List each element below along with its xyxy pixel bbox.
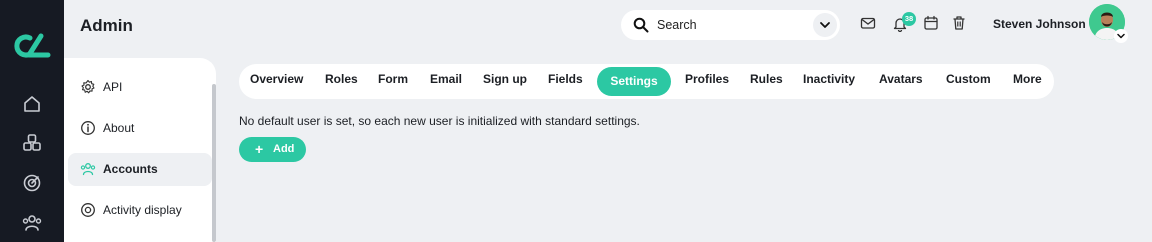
sidebar-item-label: Accounts bbox=[103, 162, 158, 176]
search-dropdown-button[interactable] bbox=[813, 13, 837, 37]
user-name[interactable]: Steven Johnson bbox=[993, 17, 1086, 31]
gear-icon bbox=[81, 79, 95, 94]
tab-fields[interactable]: Fields bbox=[548, 72, 583, 86]
tab-sign-up[interactable]: Sign up bbox=[483, 72, 527, 86]
page-title: Admin bbox=[80, 16, 133, 35]
tab-inactivity[interactable]: Inactivity bbox=[803, 72, 855, 86]
target-icon bbox=[81, 203, 95, 217]
tab-profiles[interactable]: Profiles bbox=[685, 72, 729, 86]
notification-badge: 38 bbox=[902, 12, 916, 26]
cubes-icon[interactable] bbox=[21, 132, 43, 154]
sidebar-item-activity-display[interactable]: Activity display bbox=[68, 194, 212, 227]
sidebar-item-label: Activity display bbox=[103, 203, 182, 217]
trash-icon[interactable] bbox=[951, 15, 967, 31]
search-icon bbox=[633, 17, 649, 33]
home-icon[interactable] bbox=[21, 93, 43, 115]
logo-icon[interactable] bbox=[10, 30, 54, 62]
tab-overview[interactable]: Overview bbox=[250, 72, 303, 86]
sidebar-item-api[interactable]: API bbox=[68, 71, 212, 104]
search-bar[interactable]: Search bbox=[621, 10, 840, 40]
left-rail bbox=[0, 0, 64, 242]
sidebar-item-label: API bbox=[103, 80, 123, 94]
tab-avatars[interactable]: Avatars bbox=[879, 72, 923, 86]
sidebar-scrollbar[interactable] bbox=[212, 84, 216, 242]
tab-email[interactable]: Email bbox=[430, 72, 462, 86]
mail-icon[interactable] bbox=[860, 15, 876, 31]
add-button-label: Add bbox=[273, 143, 295, 155]
tab-custom[interactable]: Custom bbox=[946, 72, 991, 86]
sidebar-item-label: About bbox=[103, 121, 135, 135]
tab-more[interactable]: More bbox=[1013, 72, 1042, 86]
settings-sidebar: API About Accounts Activity display bbox=[64, 58, 216, 242]
chevron-down-icon bbox=[1117, 33, 1125, 39]
tab-roles[interactable]: Roles bbox=[325, 72, 358, 86]
tab-bar: Overview Roles Form Email Sign up Fields… bbox=[239, 64, 1054, 99]
tab-rules[interactable]: Rules bbox=[750, 72, 783, 86]
target-icon[interactable] bbox=[21, 172, 43, 194]
users-icon[interactable] bbox=[21, 212, 43, 234]
chevron-down-icon bbox=[820, 22, 830, 28]
search-input[interactable]: Search bbox=[657, 18, 697, 32]
sidebar-item-accounts[interactable]: Accounts bbox=[68, 153, 212, 186]
users-icon bbox=[80, 163, 96, 176]
info-icon bbox=[81, 121, 95, 135]
info-message: No default user is set, so each new user… bbox=[239, 114, 640, 128]
add-button[interactable]: + Add bbox=[239, 137, 306, 162]
tab-settings[interactable]: Settings bbox=[597, 67, 671, 96]
plus-icon: + bbox=[255, 141, 264, 157]
tab-form[interactable]: Form bbox=[378, 72, 408, 86]
sidebar-item-about[interactable]: About bbox=[68, 112, 212, 145]
calendar-icon[interactable] bbox=[923, 15, 939, 31]
account-menu-button[interactable] bbox=[1114, 29, 1128, 43]
